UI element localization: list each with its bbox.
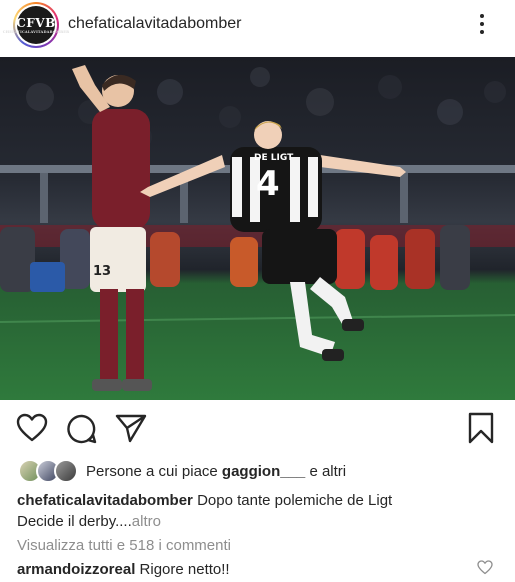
caption-username[interactable]: chefaticalavitadabomber	[17, 492, 193, 509]
liker-avatar	[54, 459, 78, 483]
paper-plane-icon[interactable]	[115, 413, 147, 443]
avatar-subtext: CHEFATICALAVITADABOMBER	[2, 29, 70, 34]
post-caption: chefaticalavitadabomber Dopo tante polem…	[17, 490, 497, 532]
comment-text: Rigore netto!!	[139, 561, 230, 578]
post-header: CFVB CHEFATICALAVITADABOMBER chefaticala…	[0, 0, 515, 50]
comment-heart-icon[interactable]	[477, 560, 493, 575]
comment-item: armandoizzoreal Rigore netto!!	[17, 561, 230, 578]
player-name: DE LIGT	[254, 153, 294, 163]
bookmark-icon[interactable]	[467, 412, 495, 444]
photo-scene: 13 DE LIGT 4	[0, 65, 515, 391]
liker-avatars	[18, 459, 78, 483]
player-number: 4	[256, 164, 280, 204]
likes-summary[interactable]: Persone a cui piace gaggion___ e altri	[18, 459, 346, 483]
view-all-comments-link[interactable]: Visualizza tutti e 518 i commenti	[17, 537, 231, 554]
opponent-number: 13	[93, 264, 111, 279]
post-photo[interactable]: 13 DE LIGT 4	[0, 57, 515, 400]
caption-text-line1: Dopo tante polemiche de Ligt	[197, 492, 393, 509]
post-username[interactable]: chefaticalavitadabomber	[68, 15, 241, 33]
action-bar	[0, 400, 515, 456]
more-vertical-icon[interactable]	[474, 12, 490, 36]
heart-icon[interactable]	[16, 413, 48, 443]
caption-more-link[interactable]: altro	[132, 513, 161, 530]
comment-username[interactable]: armandoizzoreal	[17, 561, 135, 578]
likes-suffix[interactable]: e altri	[309, 463, 346, 480]
liker-username[interactable]: gaggion___	[222, 463, 305, 480]
comment-icon[interactable]	[66, 413, 98, 445]
caption-text-line2: Decide il derby....	[17, 513, 132, 530]
likes-prefix: Persone a cui piace	[86, 462, 218, 480]
avatar-monogram: CFVB	[16, 15, 56, 30]
profile-avatar[interactable]: CFVB CHEFATICALAVITADABOMBER	[3, 2, 69, 48]
